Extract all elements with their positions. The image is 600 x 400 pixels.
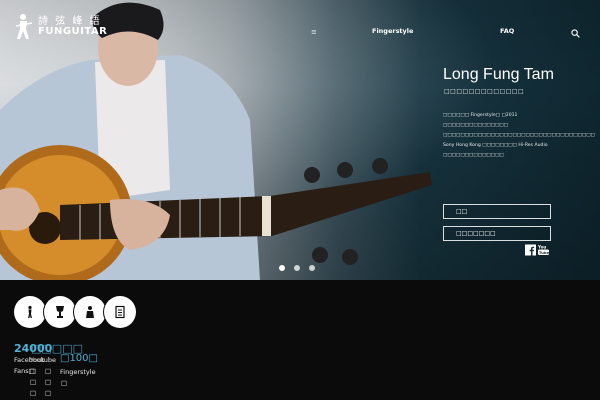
stat-fingerstyle-label: Fingerstyle <box>60 368 96 376</box>
guitarist-icon <box>28 305 32 318</box>
site-logo[interactable]: 詩 弦 峰 語 FUNGUITAR <box>14 12 107 42</box>
nav-item-faq[interactable]: FAQ <box>500 27 514 35</box>
artist-bio: □□□□□□ Fingerstyle□ □2011 □□□□□□□□□□□□□□… <box>443 113 595 158</box>
stats-section: 24000 □□□□□ □100□ Facebook Fans□ Youtube… <box>0 280 600 400</box>
facebook-icon[interactable] <box>525 244 536 256</box>
stat-caption-column: □ <box>61 379 68 387</box>
badge-figure[interactable] <box>74 296 106 328</box>
youtube-icon[interactable]: You Tube <box>538 244 549 256</box>
guitarist-photo <box>0 2 432 280</box>
badge-row <box>14 296 136 328</box>
stat-youtube-label: Youtube <box>30 356 56 364</box>
artist-name: Long Fung Tam <box>443 66 554 83</box>
nav-item-fingerstyle[interactable]: Fingerstyle <box>372 27 413 35</box>
badge-guitarist[interactable] <box>14 296 46 328</box>
carousel-dot[interactable] <box>294 265 300 271</box>
svg-text:Tube: Tube <box>539 250 549 255</box>
guitarist-logo-icon <box>15 14 33 39</box>
nav-menu-toggle[interactable]: ≡ <box>311 28 317 36</box>
award-icon <box>56 306 64 318</box>
hero-button-secondary[interactable]: □□□□□□□ <box>443 226 551 241</box>
search-icon[interactable] <box>571 29 580 38</box>
carousel-dot[interactable] <box>309 265 315 271</box>
stat-fingerstyle-value: □100□ <box>60 353 98 364</box>
stat-caption-column: □ □ □ <box>30 367 37 397</box>
stat-caption-column: □ □ □ <box>45 367 52 397</box>
logo-english: FUNGUITAR <box>38 26 108 37</box>
badge-award[interactable] <box>44 296 76 328</box>
artist-subtitle: □□□□□□□□□□□□□ <box>444 88 525 95</box>
badge-document[interactable] <box>104 296 136 328</box>
document-icon <box>115 305 125 319</box>
carousel-dots <box>279 265 315 271</box>
figure-icon <box>86 306 94 318</box>
hero-banner: 詩 弦 峰 語 FUNGUITAR ≡ Fingerstyle FAQ Long… <box>0 0 600 280</box>
svg-text:You: You <box>538 245 546 250</box>
hero-button-primary[interactable]: □□ <box>443 204 551 219</box>
carousel-dot[interactable] <box>279 265 285 271</box>
